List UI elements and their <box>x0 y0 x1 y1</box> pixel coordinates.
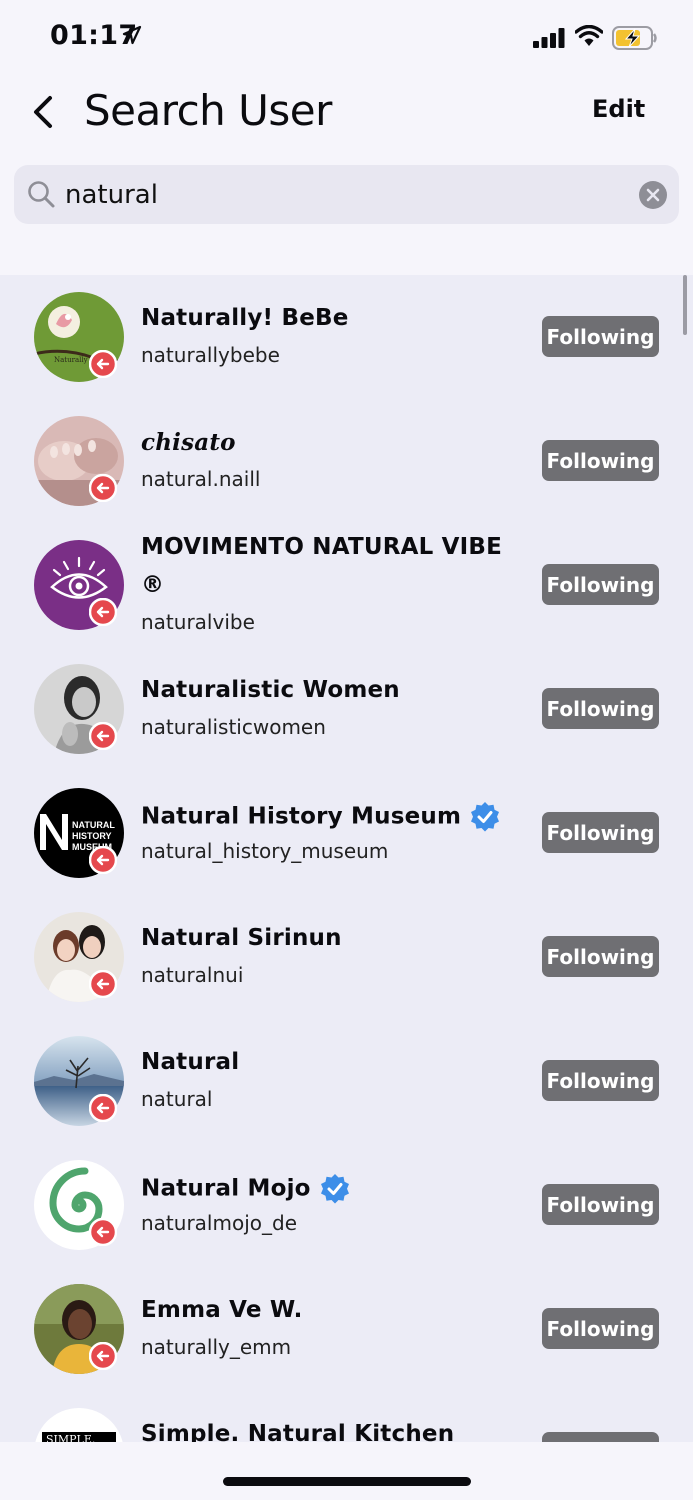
unfollow-badge-icon[interactable] <box>89 598 117 626</box>
user-handle: natural <box>141 1087 213 1111</box>
user-display-name: chisato <box>141 429 236 456</box>
cellular-signal-icon <box>533 28 565 48</box>
user-display-name: Emma Ve W. <box>141 1297 303 1323</box>
list-item[interactable]: SIMPLE. Simple. Natural Kitchen Followin… <box>0 1391 693 1442</box>
user-handle: natural.naill <box>141 467 261 491</box>
user-display-name: Natural Sirinun <box>141 925 342 951</box>
user-handle: natural_history_museum <box>141 839 389 863</box>
clear-search-icon[interactable] <box>639 181 667 209</box>
list-item[interactable]: Naturalistic Women naturalisticwomen Fol… <box>0 647 693 771</box>
user-display-name: Naturally! BeBe <box>141 305 349 331</box>
user-handle: naturallybebe <box>141 343 280 367</box>
following-button[interactable]: Following <box>542 1432 659 1442</box>
user-display-name: Natural History Museum <box>141 801 501 833</box>
list-item[interactable]: NATURAL HISTORY MUSEUM Natural History M… <box>0 771 693 895</box>
unfollow-badge-icon[interactable] <box>89 1218 117 1246</box>
user-handle: naturalnui <box>141 963 244 987</box>
avatar-logo-text: SIMPLE. <box>46 1433 95 1442</box>
following-button[interactable]: Following <box>542 812 659 853</box>
unfollow-badge-icon[interactable] <box>89 846 117 874</box>
user-handle: naturalmojo_de <box>141 1211 297 1235</box>
user-handle: naturalvibe <box>141 610 255 634</box>
page-title: Search User <box>84 86 332 135</box>
back-chevron-icon[interactable] <box>28 94 60 130</box>
unfollow-badge-icon[interactable] <box>89 350 117 378</box>
unfollow-badge-icon[interactable] <box>89 1094 117 1122</box>
user-display-name: Natural <box>141 1049 240 1075</box>
list-item[interactable]: Emma Ve W. naturally_emm Following <box>0 1267 693 1391</box>
following-button[interactable]: Following <box>542 936 659 977</box>
verified-badge-icon <box>471 802 500 832</box>
list-item[interactable]: Natural Sirinun naturalnui Following <box>0 895 693 1019</box>
user-display-name: Naturalistic Women <box>141 677 400 703</box>
user-display-name: Natural Mojo <box>141 1173 351 1205</box>
home-indicator[interactable] <box>223 1477 471 1486</box>
following-button[interactable]: Following <box>542 316 659 357</box>
user-handle: naturalisticwomen <box>141 715 326 739</box>
following-button[interactable]: Following <box>542 440 659 481</box>
user-display-name-line2: ® <box>141 572 165 598</box>
unfollow-badge-icon[interactable] <box>89 474 117 502</box>
status-bar: 01:17 <box>0 0 693 76</box>
unfollow-badge-icon[interactable] <box>89 1342 117 1370</box>
list-item[interactable]: Natural Mojo naturalmojo_de Following <box>0 1143 693 1267</box>
avatar-logo-text: NATURAL <box>72 820 115 830</box>
list-item[interactable]: Natural natural Following <box>0 1019 693 1143</box>
location-arrow-icon <box>122 25 142 45</box>
user-display-name-text: Natural History Museum <box>141 803 462 830</box>
search-icon <box>28 181 55 208</box>
search-input[interactable] <box>65 175 625 215</box>
list-item[interactable]: chisato natural.naill Following <box>0 399 693 523</box>
user-handle: naturally_emm <box>141 1335 292 1359</box>
user-display-name: MOVIMENTO NATURAL VIBE <box>141 534 503 560</box>
unfollow-badge-icon[interactable] <box>89 722 117 750</box>
following-button[interactable]: Following <box>542 1060 659 1101</box>
list-item[interactable]: MOVIMENTO NATURAL VIBE ® naturalvibe Fol… <box>0 523 693 647</box>
user-display-name-text: Natural Mojo <box>141 1175 311 1202</box>
list-item[interactable]: Naturally Naturally! BeBe naturallybebe … <box>0 275 693 399</box>
following-button[interactable]: Following <box>542 1308 659 1349</box>
user-display-name: Simple. Natural Kitchen <box>141 1421 455 1442</box>
avatar-logo-text: Naturally <box>54 356 88 364</box>
battery-charging-icon <box>612 26 657 50</box>
search-bar <box>14 165 679 224</box>
results-list[interactable]: Naturally Naturally! BeBe naturallybebe … <box>0 275 693 1442</box>
verified-badge-icon <box>320 1174 349 1204</box>
unfollow-badge-icon[interactable] <box>89 970 117 998</box>
avatar-logo-text: HISTORY <box>72 831 112 841</box>
wifi-icon <box>575 25 603 46</box>
avatar: SIMPLE. <box>34 1408 124 1442</box>
edit-button[interactable]: Edit <box>592 95 645 123</box>
nav-bar: Search User Edit <box>0 80 693 150</box>
following-button[interactable]: Following <box>542 564 659 605</box>
following-button[interactable]: Following <box>542 688 659 729</box>
following-button[interactable]: Following <box>542 1184 659 1225</box>
